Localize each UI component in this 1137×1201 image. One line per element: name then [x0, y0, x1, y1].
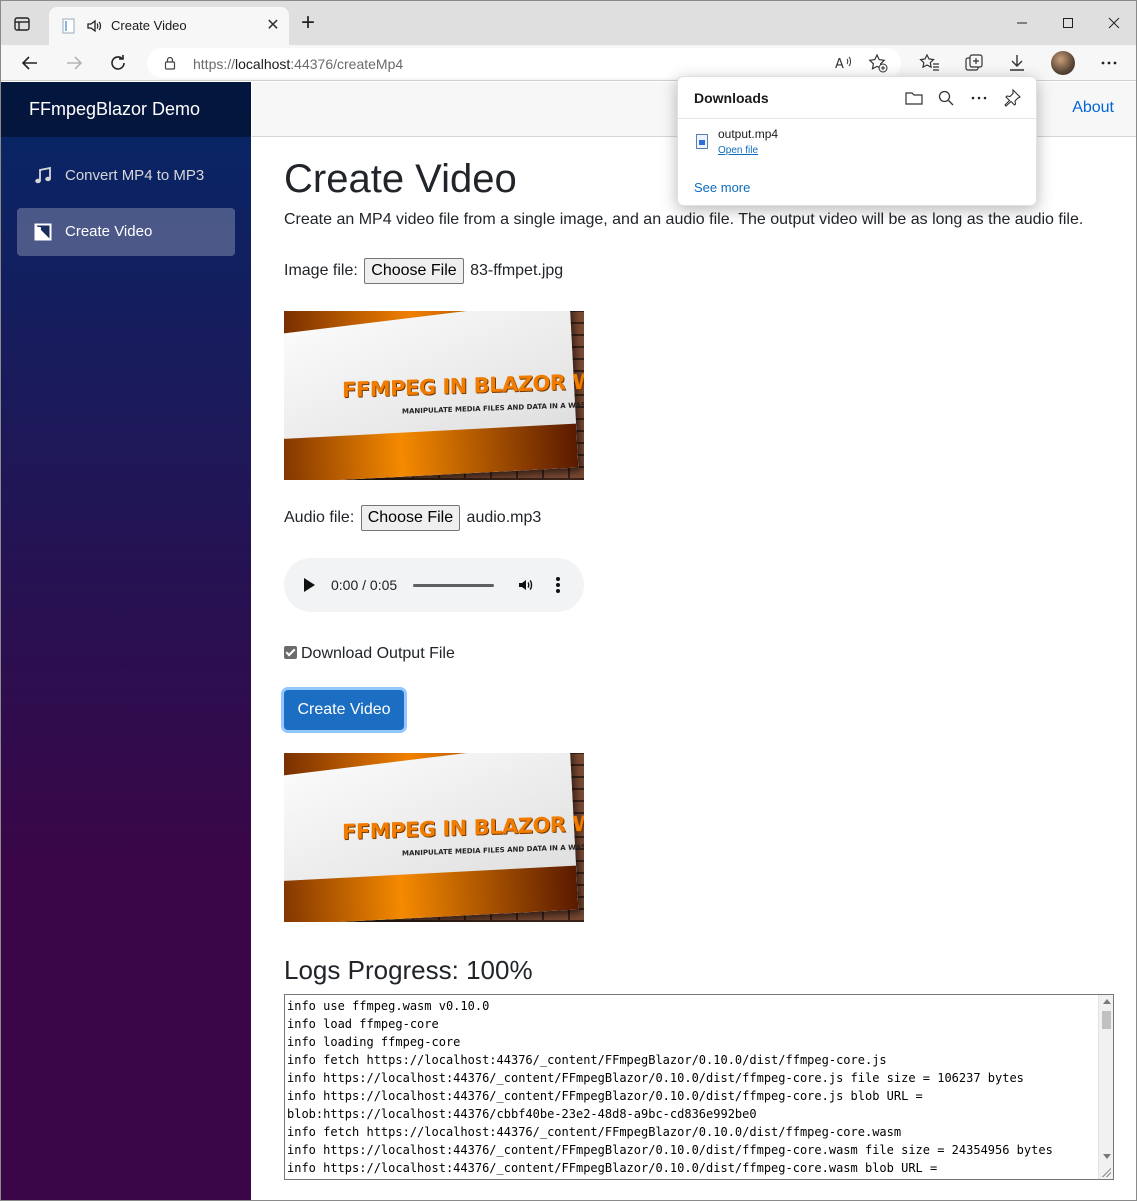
download-output-checkbox[interactable]: Download Output File — [284, 645, 455, 663]
music-note-icon — [33, 166, 53, 190]
url-scheme: https:// — [193, 56, 236, 72]
pin-icon[interactable] — [1002, 88, 1022, 108]
image-preview: FFMPEG IN BLAZOR WASM MANIPULATE MEDIA F… — [284, 311, 584, 480]
new-tab-icon[interactable]: + — [297, 11, 319, 35]
audio-choose-file-button[interactable]: Choose File — [360, 505, 461, 531]
output-video-preview[interactable]: FFMPEG IN BLAZOR WASM MANIPULATE MEDIA F… — [284, 753, 584, 922]
logs-text: info use ffmpeg.wasm v0.10.0 info load f… — [287, 999, 1053, 1175]
refresh-icon[interactable] — [105, 50, 131, 76]
divider — [678, 118, 1036, 119]
url-text[interactable]: https://localhost:44376/createMp4 — [193, 56, 403, 72]
audio-file-label: Audio file: — [284, 509, 355, 526]
audio-time: 0:00 / 0:05 — [331, 577, 398, 593]
favorites-icon[interactable] — [919, 52, 941, 74]
back-arrow-icon[interactable] — [17, 50, 43, 76]
brand-title[interactable]: FFmpegBlazor Demo — [1, 82, 251, 137]
more-options-icon[interactable] — [1098, 52, 1120, 74]
close-window-icon[interactable] — [1102, 11, 1126, 35]
volume-icon[interactable] — [517, 576, 535, 599]
logs-progress-title: Logs Progress: 100% — [284, 955, 533, 985]
url-path: :44376/createMp4 — [290, 56, 404, 72]
speaker-icon[interactable] — [85, 17, 103, 40]
sidebar-item-label: Create Video — [65, 223, 153, 240]
downloads-panel: Downloads output.mp4 Open file See more — [677, 76, 1037, 206]
logs-textarea[interactable]: info use ffmpeg.wasm v0.10.0 info load f… — [284, 994, 1114, 1180]
scroll-down-icon[interactable] — [1103, 1154, 1111, 1159]
poster-top-band — [284, 311, 570, 338]
search-icon[interactable] — [936, 88, 956, 108]
open-file-link[interactable]: Open file — [718, 145, 758, 156]
collections-icon[interactable] — [963, 52, 985, 74]
image-file-name: 83-ffmpet.jpg — [470, 262, 564, 279]
sidebar-item-label: Convert MP4 to MP3 — [65, 167, 205, 184]
close-tab-icon[interactable]: ✕ — [263, 16, 283, 36]
add-favorite-icon[interactable] — [867, 52, 889, 74]
create-video-button[interactable]: Create Video — [284, 690, 404, 730]
forward-arrow-icon[interactable] — [61, 50, 87, 76]
tab-title: Create Video — [111, 18, 187, 33]
poster-top-band — [284, 753, 570, 780]
checkbox-label: Download Output File — [301, 645, 455, 662]
image-file-label: Image file: — [284, 262, 358, 279]
image-choose-file-button[interactable]: Choose File — [364, 258, 464, 284]
downloads-icon[interactable] — [1006, 52, 1028, 74]
title-bar: Create Video ✕ + — [1, 1, 1136, 45]
logs-scrollbar[interactable] — [1098, 995, 1113, 1179]
maximize-icon[interactable] — [1056, 11, 1080, 35]
scroll-up-icon[interactable] — [1103, 999, 1111, 1004]
read-aloud-icon[interactable]: A — [833, 52, 855, 74]
profile-avatar[interactable] — [1051, 51, 1075, 75]
audio-player: 0:00 / 0:05 — [284, 558, 584, 612]
audio-file-field: Audio file: Choose File audio.mp3 — [284, 505, 541, 531]
image-icon — [33, 222, 53, 246]
svg-text:A: A — [835, 57, 844, 72]
about-link[interactable]: About — [1072, 99, 1114, 117]
see-more-link[interactable]: See more — [694, 180, 750, 195]
downloads-title: Downloads — [694, 90, 769, 106]
minimize-icon[interactable] — [1010, 11, 1034, 35]
audio-file-name: audio.mp3 — [466, 509, 542, 526]
lock-icon[interactable] — [163, 56, 177, 75]
play-icon[interactable] — [304, 578, 315, 592]
image-file-field: Image file: Choose File 83-ffmpet.jpg — [284, 258, 563, 284]
checkbox-checked[interactable] — [284, 646, 297, 659]
audio-more-options-icon[interactable] — [556, 577, 560, 593]
tab-actions-icon[interactable] — [11, 13, 33, 35]
browser-tab[interactable]: Create Video ✕ — [49, 7, 289, 45]
url-host: localhost — [235, 56, 291, 72]
sidebar-item-convert-mp4-to-mp3[interactable]: Convert MP4 to MP3 — [17, 152, 235, 200]
page-favicon-icon — [61, 18, 77, 39]
scroll-thumb[interactable] — [1102, 1011, 1111, 1029]
sidebar: FFmpegBlazor Demo Convert MP4 to MP3 Cre… — [1, 82, 251, 1200]
audio-progress-slider[interactable] — [413, 584, 494, 587]
browser-window: Create Video ✕ + https://localhost:44376… — [0, 0, 1137, 1201]
more-options-icon[interactable] — [969, 88, 989, 108]
sidebar-item-create-video[interactable]: Create Video — [17, 208, 235, 256]
page-title: Create Video — [284, 157, 517, 201]
resize-grip-icon[interactable] — [1101, 1167, 1111, 1177]
video-file-icon — [696, 134, 708, 149]
open-folder-icon[interactable] — [904, 88, 924, 108]
page-description: Create an MP4 video file from a single i… — [284, 211, 1084, 228]
download-file-name[interactable]: output.mp4 — [718, 127, 778, 141]
address-bar[interactable]: https://localhost:44376/createMp4 — [147, 48, 901, 78]
